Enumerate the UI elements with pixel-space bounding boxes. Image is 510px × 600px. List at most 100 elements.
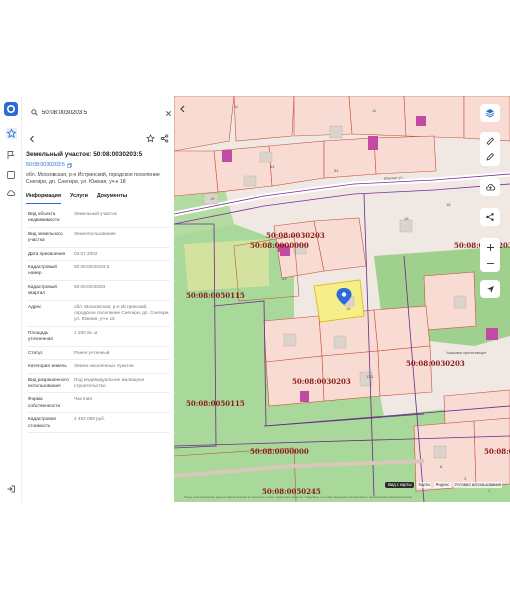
collapse-panel-button[interactable] (177, 104, 187, 114)
property-key: Вид объекта недвижимости (28, 211, 60, 223)
search-icon (31, 109, 38, 116)
star-icon[interactable] (146, 134, 155, 143)
yandex-logo[interactable]: Яндекс (434, 482, 451, 488)
property-value: 4 493 088 руб. (74, 416, 106, 422)
property-row: Вид объекта недвижимости Земельный участо… (28, 208, 170, 228)
quarter-label: 50:08:0000000 (250, 447, 309, 456)
star-icon[interactable] (4, 126, 18, 140)
parcel-number: 16 (404, 216, 409, 221)
search-bar (28, 104, 172, 122)
property-key: Адрес (28, 303, 42, 309)
property-row: Площадь уточненная 1 200 кв. м (28, 327, 170, 347)
layers-button[interactable] (480, 104, 500, 122)
parcel-number: 22 (282, 276, 287, 281)
zoom-out-button[interactable] (480, 254, 500, 272)
left-rail (0, 96, 22, 502)
app-logo-icon[interactable] (4, 102, 18, 116)
property-row: Кадастровый номер 50:08:0030203:5 (28, 261, 170, 281)
map-canvas[interactable]: 11 64 19 54 11 18 22 18 13/1 16 3 8 1 Юж… (174, 96, 510, 502)
tab-information[interactable]: Информация (26, 192, 61, 204)
maps-link[interactable]: Карты (417, 482, 432, 488)
square-icon[interactable] (4, 168, 18, 182)
layers-icon (485, 109, 495, 118)
tabs: Информация Услуги Документы (26, 192, 174, 204)
property-value: Землепользование (74, 230, 116, 236)
upload-button[interactable] (480, 178, 500, 196)
info-panel: Земельный участок: 50:08:0030203:5 50:08… (22, 96, 174, 502)
tab-services[interactable]: Услуги (70, 192, 88, 204)
property-key: Площадь уточненная (28, 329, 53, 342)
location-arrow-icon (486, 285, 494, 293)
property-row: Вид разрешенного использования Под индиви… (28, 374, 170, 394)
property-value: 50:08:0030203 (74, 283, 106, 289)
cloud-upload-icon (485, 184, 495, 191)
property-row: Адрес обл. Московская, р-н Истринский, го… (28, 301, 170, 327)
app-window: Земельный участок: 50:08:0030203:5 50:08… (0, 96, 510, 502)
share-nodes-icon (486, 213, 494, 221)
property-key: Дата присвоения (28, 250, 66, 256)
map-footer: Вид с карты Карты Яндекс Условия использ… (385, 482, 502, 488)
cad-number-text[interactable]: 50:08:0030203:5 (26, 162, 65, 168)
search-input[interactable] (42, 110, 165, 116)
panel-header (26, 132, 172, 146)
quarter-label: 50:08:0050115 (186, 399, 245, 408)
property-value: Частная (74, 396, 92, 402)
property-key: Кадастровый квартал (28, 283, 57, 296)
property-row: Статус Ранее учтенный (28, 347, 170, 361)
property-row: Категория земель Земли населенных пунктов (28, 360, 170, 374)
share-icon[interactable] (160, 134, 169, 143)
edit-button[interactable] (480, 148, 500, 166)
quarter-label: 50:08:0030203 (406, 359, 465, 368)
place-label: Ушаковое прилегающее (446, 351, 486, 355)
terms-link[interactable]: Условия использования (453, 482, 502, 488)
property-row: Дата присвоения 03.07.2002 (28, 248, 170, 262)
property-value: Земельный участок (74, 211, 117, 216)
ruler-icon (486, 137, 495, 146)
property-value: обл. Московская, р-н Истринский, городск… (74, 303, 170, 322)
quarter-label: 50:08:0050115 (186, 291, 245, 300)
property-key: Кадастровая стоимость (28, 416, 56, 428)
property-key: Вид земельного участка (28, 230, 63, 243)
cadastral-map[interactable]: 11 64 19 54 11 18 22 18 13/1 16 3 8 1 Юж… (174, 96, 510, 502)
property-key: Вид разрешенного использования (28, 376, 69, 388)
parcel-number: 54 (334, 168, 339, 173)
flag-icon[interactable] (4, 148, 18, 162)
locate-button[interactable] (480, 280, 500, 298)
selected-parcel[interactable] (313, 279, 365, 323)
logout-icon[interactable] (4, 482, 18, 496)
property-value: 03.07.2002 (74, 250, 98, 256)
property-value: 1 200 кв. м (74, 329, 98, 335)
property-key: Кадастровый номер (28, 264, 57, 276)
cad-number-link[interactable]: 50:08:0030203:5 (26, 162, 72, 168)
map-disclaimer: Перед использованием: данные официальным… (184, 495, 413, 500)
copy-icon[interactable] (67, 162, 72, 168)
share-map-button[interactable] (480, 208, 500, 226)
parcel-number: 18 (346, 306, 351, 311)
quarter-label: 50:08:0000000 (250, 241, 309, 250)
property-key: Статус (28, 349, 43, 355)
property-value: Ранее учтенный (74, 349, 110, 355)
chevron-left-icon (179, 105, 184, 113)
satellite-button[interactable]: Вид с карты (385, 482, 415, 488)
cloud-icon[interactable] (4, 186, 18, 200)
quarter-label: 50:08:00 (484, 447, 510, 456)
parcel-number: 18 (446, 202, 451, 207)
close-icon[interactable] (165, 110, 172, 117)
property-row: Форма собственности Частная (28, 393, 170, 414)
edit-icon (486, 152, 495, 161)
tab-documents[interactable]: Документы (97, 192, 127, 204)
back-arrow-icon[interactable] (28, 135, 36, 143)
properties-list: Вид объекта недвижимости Земельный участо… (28, 208, 170, 433)
plus-icon (486, 243, 494, 251)
property-value: Земли населенных пунктов (74, 363, 134, 369)
parcel-number: 64 (270, 164, 275, 169)
parcel-number: 19 (210, 196, 215, 201)
property-row: Кадастровый квартал 50:08:0030203 (28, 281, 170, 301)
quarter-label: 50:08:0030203 (266, 231, 325, 240)
quarter-label: 50:08:0030203 (292, 377, 351, 386)
minus-icon (486, 262, 494, 264)
property-key: Категория земель (28, 363, 67, 369)
object-address: обл. Московская, р-н Истринский, городск… (26, 172, 160, 185)
property-key: Форма собственности (28, 396, 61, 408)
parcel-number: 13/1 (366, 374, 375, 379)
